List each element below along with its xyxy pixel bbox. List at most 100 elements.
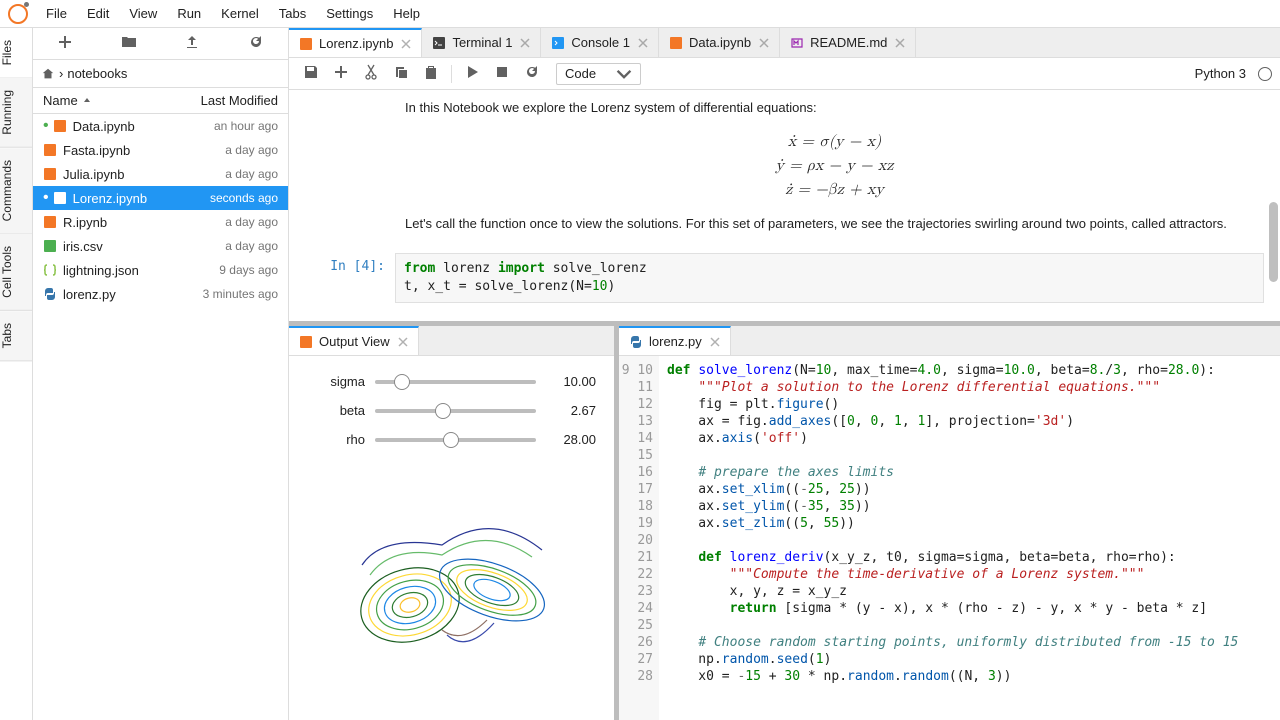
ribbon-tabs[interactable]: Tabs — [0, 311, 32, 361]
file-row[interactable]: Fasta.ipynba day ago — [33, 138, 288, 162]
close-icon[interactable] — [396, 335, 410, 349]
close-icon[interactable] — [757, 36, 771, 50]
ribbon-running[interactable]: Running — [0, 78, 32, 148]
lorenz-attractor-image — [289, 469, 614, 720]
code-input[interactable]: from lorenz import solve_lorenz t, x_t =… — [395, 253, 1264, 303]
breadcrumb-sep: › — [59, 66, 63, 81]
sort-asc-icon — [82, 96, 92, 106]
slider-rho: rho 28.00 — [307, 432, 596, 447]
notebook-panel: Lorenz.ipynbTerminal 1Console 1Data.ipyn… — [289, 28, 1280, 326]
code-editor[interactable]: 9 10 11 12 13 14 15 16 17 18 19 20 21 22… — [619, 356, 1280, 720]
output-icon — [299, 335, 313, 349]
slider-value: 28.00 — [546, 432, 596, 447]
menu-edit[interactable]: Edit — [77, 2, 119, 25]
file-row[interactable]: lightning.json9 days ago — [33, 258, 288, 282]
markdown-text: In this Notebook we explore the Lorenz s… — [405, 98, 1264, 118]
breadcrumb-item[interactable]: notebooks — [67, 66, 127, 81]
menu-help[interactable]: Help — [383, 2, 430, 25]
menu-kernel[interactable]: Kernel — [211, 2, 269, 25]
file-row[interactable]: •Lorenz.ipynbseconds ago — [33, 186, 288, 210]
slider-label: rho — [307, 432, 365, 447]
slider-track[interactable] — [375, 380, 536, 384]
ribbon-commands[interactable]: Commands — [0, 148, 32, 234]
ribbon-files[interactable]: Files — [0, 28, 32, 78]
slider-label: beta — [307, 403, 365, 418]
menu-tabs[interactable]: Tabs — [269, 2, 316, 25]
toolbar-separator — [451, 65, 452, 83]
new-launcher-icon[interactable] — [53, 30, 77, 57]
file-row[interactable]: Julia.ipynba day ago — [33, 162, 288, 186]
jupyter-logo-icon — [8, 4, 28, 24]
paste-icon[interactable] — [417, 60, 445, 87]
slider-track[interactable] — [375, 438, 536, 442]
slider-thumb[interactable] — [394, 374, 410, 390]
notebook-content[interactable]: In this Notebook we explore the Lorenz s… — [289, 90, 1280, 311]
stop-icon[interactable] — [488, 60, 516, 87]
restart-icon[interactable] — [518, 60, 546, 87]
close-icon[interactable] — [708, 335, 722, 349]
close-icon[interactable] — [893, 36, 907, 50]
tab-data-ipynb[interactable]: Data.ipynb — [659, 28, 780, 57]
copy-icon[interactable] — [387, 60, 415, 87]
close-icon[interactable] — [399, 37, 413, 51]
save-icon[interactable] — [297, 60, 325, 87]
slider-track[interactable] — [375, 409, 536, 413]
file-browser: › notebooks Name Last Modified •Data.ipy… — [33, 28, 289, 720]
code-cell[interactable]: In [4]: from lorenz import solve_lorenz … — [305, 253, 1264, 303]
refresh-icon[interactable] — [244, 30, 268, 57]
ribbon-cell-tools[interactable]: Cell Tools — [0, 234, 32, 311]
tab-console-1[interactable]: Console 1 — [541, 28, 659, 57]
insert-cell-icon[interactable] — [327, 60, 355, 87]
cut-icon[interactable] — [357, 60, 385, 87]
tab-lorenz-ipynb[interactable]: Lorenz.ipynb — [289, 28, 422, 57]
slider-thumb[interactable] — [443, 432, 459, 448]
tab-readme-md[interactable]: README.md — [780, 28, 916, 57]
code-editor-panel: lorenz.py 9 10 11 12 13 14 15 16 17 18 1… — [619, 326, 1280, 720]
math-equations: ẋ = σ(y − x) ẏ = ρx − y − xz ż = −βz + x… — [405, 130, 1264, 202]
upload-icon[interactable] — [180, 30, 204, 57]
home-icon — [41, 67, 55, 81]
tab-output-view[interactable]: Output View — [289, 326, 419, 355]
menu-run[interactable]: Run — [167, 2, 211, 25]
cell-type-selector[interactable]: Code — [556, 63, 641, 85]
menu-file[interactable]: File — [36, 2, 77, 25]
line-gutter: 9 10 11 12 13 14 15 16 17 18 19 20 21 22… — [619, 356, 659, 720]
tab-lorenz-py[interactable]: lorenz.py — [619, 326, 731, 355]
slider-thumb[interactable] — [435, 403, 451, 419]
new-folder-icon[interactable] — [117, 30, 141, 57]
file-row[interactable]: lorenz.py3 minutes ago — [33, 282, 288, 306]
file-list: •Data.ipynban hour agoFasta.ipynba day a… — [33, 114, 288, 720]
widget-sliders: sigma 10.00 beta 2.67 rho 28.00 — [289, 356, 614, 469]
kernel-status-icon[interactable] — [1258, 67, 1272, 81]
run-icon[interactable] — [458, 60, 486, 87]
chevron-down-icon — [616, 66, 632, 82]
kernel-name[interactable]: Python 3 — [1195, 66, 1246, 81]
slider-value: 2.67 — [546, 403, 596, 418]
slider-label: sigma — [307, 374, 365, 389]
breadcrumb[interactable]: › notebooks — [33, 60, 288, 88]
close-icon[interactable] — [636, 36, 650, 50]
file-row[interactable]: iris.csva day ago — [33, 234, 288, 258]
markdown-cell[interactable]: In this Notebook we explore the Lorenz s… — [305, 98, 1264, 245]
cell-prompt: In [4]: — [305, 253, 395, 303]
sort-by-modified[interactable]: Last Modified — [201, 93, 278, 108]
python-icon — [629, 335, 643, 349]
menu-settings[interactable]: Settings — [316, 2, 383, 25]
scrollbar-thumb[interactable] — [1269, 202, 1278, 282]
menubar: File Edit View Run Kernel Tabs Settings … — [0, 0, 1280, 28]
file-list-header: Name Last Modified — [33, 88, 288, 114]
file-row[interactable]: R.ipynba day ago — [33, 210, 288, 234]
tab-bar: Lorenz.ipynbTerminal 1Console 1Data.ipyn… — [289, 28, 1280, 58]
tab-bar: Output View — [289, 326, 614, 356]
dock-panel: Lorenz.ipynbTerminal 1Console 1Data.ipyn… — [289, 28, 1280, 720]
menu-view[interactable]: View — [119, 2, 167, 25]
slider-beta: beta 2.67 — [307, 403, 596, 418]
slider-value: 10.00 — [546, 374, 596, 389]
tab-terminal-1[interactable]: Terminal 1 — [422, 28, 541, 57]
code-content[interactable]: def solve_lorenz(N=10, max_time=4.0, sig… — [659, 356, 1280, 720]
file-row[interactable]: •Data.ipynban hour ago — [33, 114, 288, 138]
close-icon[interactable] — [518, 36, 532, 50]
notebook-toolbar: Code Python 3 — [289, 58, 1280, 90]
sidebar-ribbon: Files Running Commands Cell Tools Tabs — [0, 28, 33, 720]
sort-by-name[interactable]: Name — [43, 93, 92, 108]
